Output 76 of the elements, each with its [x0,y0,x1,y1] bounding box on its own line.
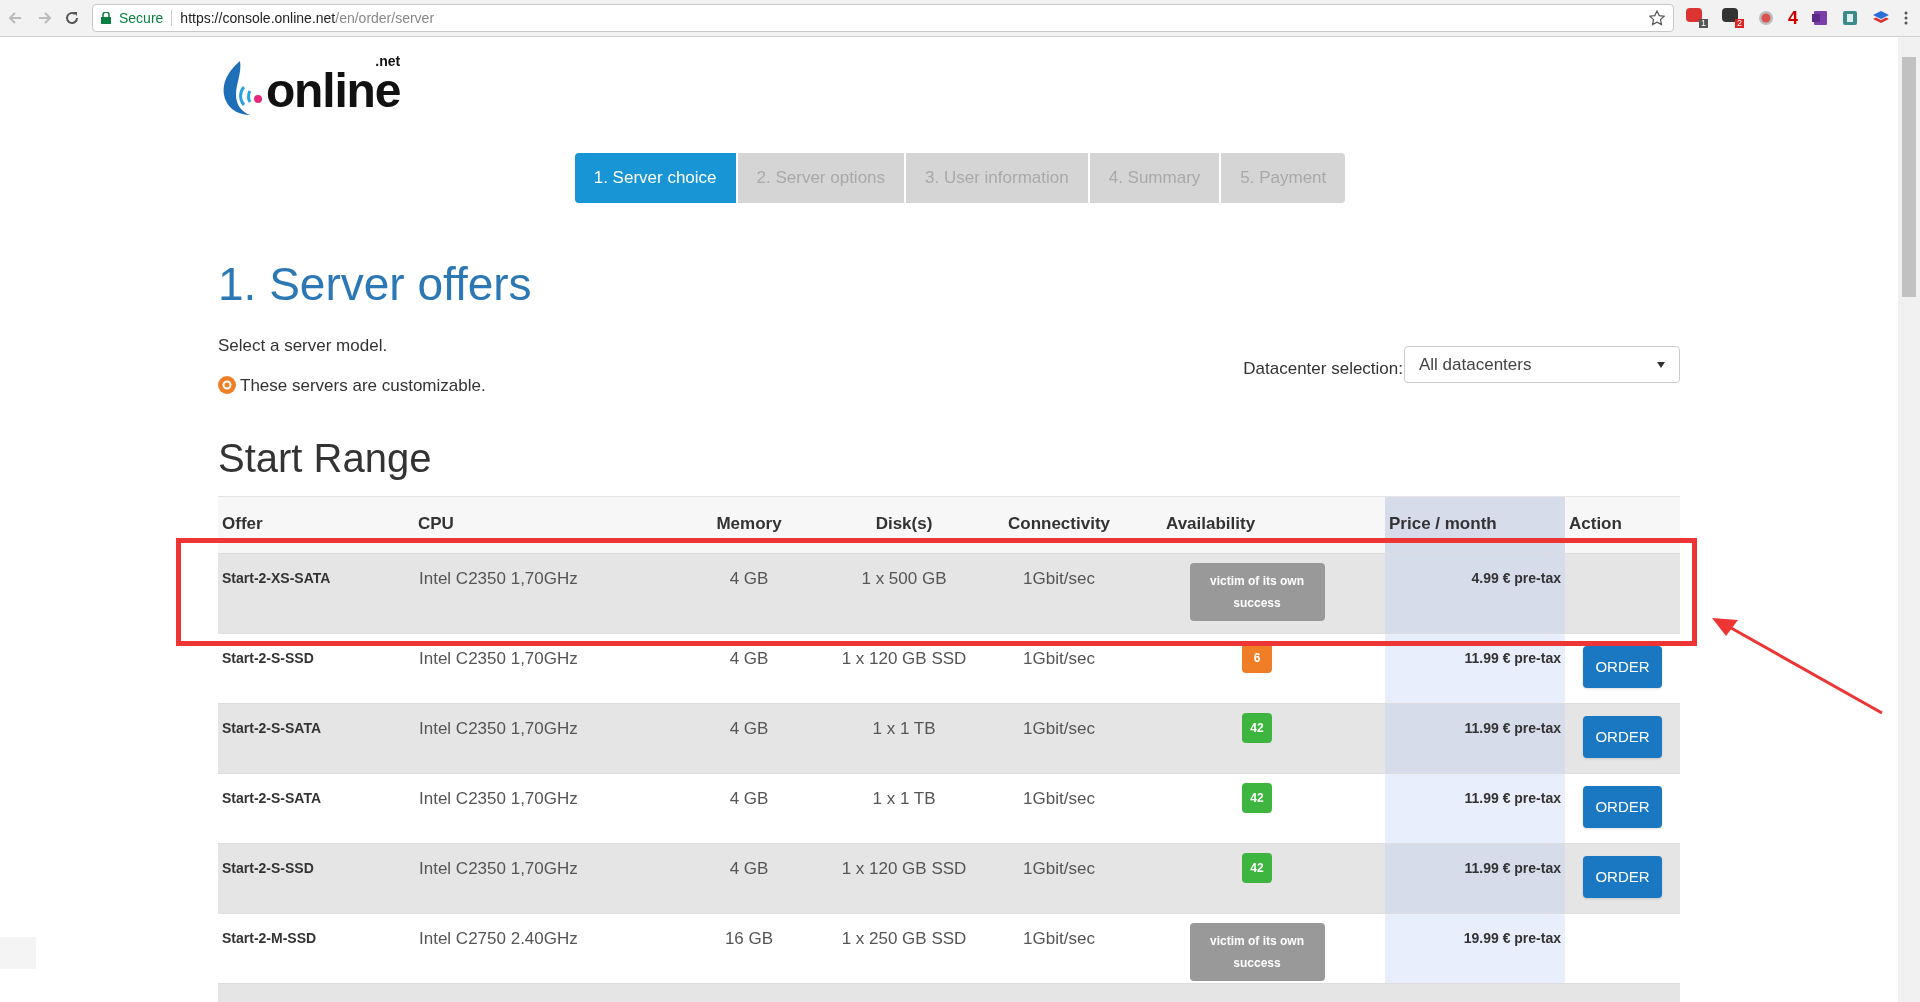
table-cell: 4 GB [729,859,769,878]
table-cell: 1 x 1 TB [872,789,936,808]
table-cell: 1Gbit/sec [1023,649,1095,668]
status-badge: victim of its own success [1189,923,1325,981]
stack-icon[interactable] [1872,10,1890,26]
price-cell: 4.99 € pre-tax [1471,570,1561,586]
table-cell: 1 x 250 GB SSD [841,929,967,948]
price-cell: 11.99 € pre-tax [1464,790,1561,806]
stock-badge: 42 [1242,783,1272,813]
logo-suffix: .net [375,52,401,71]
table-cell: Intel C2350 1,70GHz [419,789,578,808]
section-title: Start Range [218,438,433,478]
table-cell: Intel C2750 2.40GHz [419,929,578,948]
table-cell: Start-2-XS-SATA [222,570,331,586]
column-header: Offer [222,512,263,535]
table-cell: 4 GB [729,789,769,808]
status-badge: victim of its own success [1189,563,1325,621]
notebook-icon[interactable] [1812,10,1828,26]
table-cell: 1Gbit/sec [1023,929,1095,948]
scrollbar[interactable] [1898,37,1920,1002]
table-cell: Intel C2350 1,70GHz [419,859,578,878]
table-cell: 1 x 1 TB [872,719,936,738]
column-header: CPU [418,512,454,535]
table-cell: 1Gbit/sec [1023,719,1095,738]
stock-badge: 42 [1242,853,1272,883]
address-bar[interactable]: Secure https://console.online.net/en/order/server [92,4,1674,32]
secure-label: Secure [119,8,164,28]
scrollbar-thumb[interactable] [1902,57,1916,297]
datacenter-label: Datacenter selection: [1243,357,1403,380]
price-cell: 11.99 € pre-tax [1464,720,1561,736]
table-cell: 1Gbit/sec [1023,569,1095,588]
order-button[interactable]: ORDER [1583,646,1662,688]
table-cell: 1 x 120 GB SSD [841,859,967,878]
order-button[interactable]: ORDER [1583,856,1662,898]
price-cell: 19.99 € pre-tax [1463,930,1561,946]
column-header: Memory [716,512,782,535]
lock-icon [101,12,111,24]
table-cell: Start-2-S-SATA [222,720,322,736]
extension-icon[interactable]: 4 [1788,9,1798,27]
table-cell: 1Gbit/sec [1023,789,1095,808]
stock-badge: 42 [1242,713,1272,743]
reload-icon[interactable] [64,10,80,26]
caret-icon [1657,361,1665,368]
column-header: Action [1569,512,1622,535]
table-cell: 1 x 120 GB SSD [841,649,967,668]
record-icon[interactable] [1758,10,1774,26]
price-cell: 11.99 € pre-tax [1464,860,1561,876]
order-button[interactable]: ORDER [1583,716,1662,758]
table-cell: Intel C2350 1,70GHz [419,569,578,588]
table-cell: 16 GB [724,929,774,948]
sheet-icon[interactable] [1842,10,1858,26]
customizable-note: These servers are customizable. [240,374,486,397]
table-cell: Intel C2350 1,70GHz [419,649,578,668]
page-title: 1. Server offers [218,261,533,307]
table-cell: 4 GB [729,719,769,738]
intro-text: Select a server model. [218,335,389,357]
table-cell: Start-2-M-SSD [222,930,317,946]
column-header: Availability [1166,512,1256,535]
step-tab[interactable]: 1. Server choice [574,153,736,203]
star-icon[interactable] [1649,10,1665,26]
table-cell: 1Gbit/sec [1023,859,1095,878]
datacenter-select[interactable]: All datacenters [1404,346,1680,383]
price-cell: 11.99 € pre-tax [1464,650,1561,666]
column-header: Connectivity [1008,512,1110,535]
table-cell: Intel C2350 1,70GHz [419,719,578,738]
url-text: https://console.online.net/en/order/server [180,8,435,28]
table-cell: Start-2-S-SSD [222,650,314,666]
order-button[interactable]: ORDER [1583,786,1662,828]
table-cell: Start-2-S-SSD [222,860,314,876]
column-header: Disk(s) [875,512,933,535]
table-cell: 4 GB [729,649,769,668]
table-cell: 1 x 500 GB [861,569,947,588]
table-cell: 4 GB [729,569,769,588]
table-cell: Start-2-S-SATA [222,790,322,806]
column-header: Price / month [1389,512,1497,535]
menu-icon[interactable] [1904,10,1908,26]
